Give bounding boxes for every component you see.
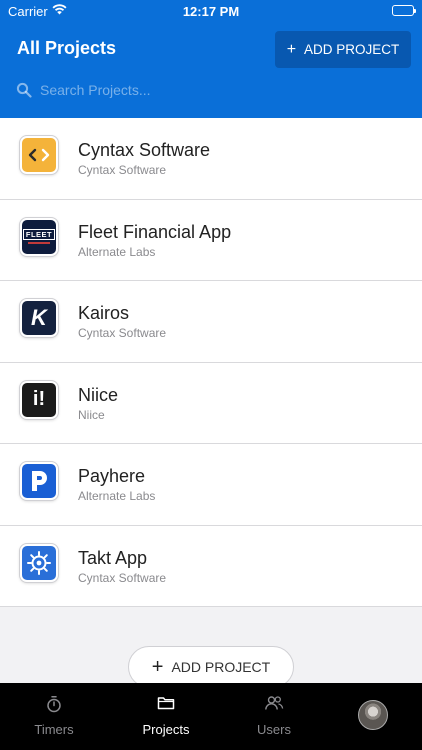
project-name: Fleet Financial App [78,221,232,242]
add-project-bottom-button[interactable]: + ADD PROJECT [128,646,294,688]
niice-logo-text: i! [32,388,46,410]
add-project-button[interactable]: + ADD PROJECT [275,31,411,68]
page-title: All Projects [17,38,117,58]
project-name: Cyntax Software [78,140,211,160]
project-company: Alternate Labs [78,489,156,503]
project-name: Kairos [78,303,130,323]
tab-timers[interactable]: Timers [4,683,104,750]
folder-icon [116,695,216,711]
search-bar[interactable] [16,80,406,100]
project-company: Cyntax Software [78,570,167,585]
search-input[interactable] [40,82,380,98]
tab-label: Projects [142,722,190,737]
project-company: Cyntax Software [78,326,167,340]
tab-label: Timers [34,722,74,737]
project-row[interactable]: i! Niice Niice [0,363,422,444]
user-avatar[interactable] [358,700,388,730]
project-row[interactable]: Takt App Cyntax Software [0,526,422,607]
project-company: Alternate Labs [78,244,156,259]
tab-users[interactable]: Users [224,683,324,750]
project-company: Cyntax Software [78,163,167,177]
status-time: 12:17 PM [182,4,240,19]
users-icon [224,695,324,711]
project-name: Payhere [78,466,146,486]
project-list: Cyntax Software Cyntax Software FLEET Fl… [0,118,422,607]
status-bar: Carrier 12:17 PM [0,0,422,22]
search-icon [16,82,32,98]
project-row[interactable]: K Kairos Cyntax Software [0,281,422,363]
fleet-logo-text: FLEET [22,229,56,240]
add-project-label: ADD PROJECT [304,42,400,57]
payhere-logo [20,462,58,500]
takt-logo [20,543,58,582]
project-row[interactable]: FLEET Fleet Financial App Alternate Labs [0,200,422,281]
kairos-logo: K [20,299,58,337]
project-row[interactable]: Payhere Alternate Labs [0,444,422,526]
project-name: Takt App [78,547,148,568]
project-company: Niice [78,407,105,422]
fleet-logo: FLEET [20,217,58,256]
stopwatch-icon [4,695,104,713]
niice-logo: i! [20,380,58,419]
project-row[interactable]: Cyntax Software Cyntax Software [0,118,422,200]
plus-icon: + [286,40,297,58]
tab-projects[interactable]: Projects [116,683,216,750]
plus-icon: + [151,655,164,678]
header: Carrier 12:17 PM All Projects + ADD PROJ… [0,0,422,118]
battery-icon [392,5,416,16]
project-name: Niice [78,384,119,405]
kairos-logo-text: K [31,305,47,330]
tab-label: Users [257,722,291,737]
cyntax-logo [20,136,58,174]
add-project-bottom-label: ADD PROJECT [171,659,271,675]
